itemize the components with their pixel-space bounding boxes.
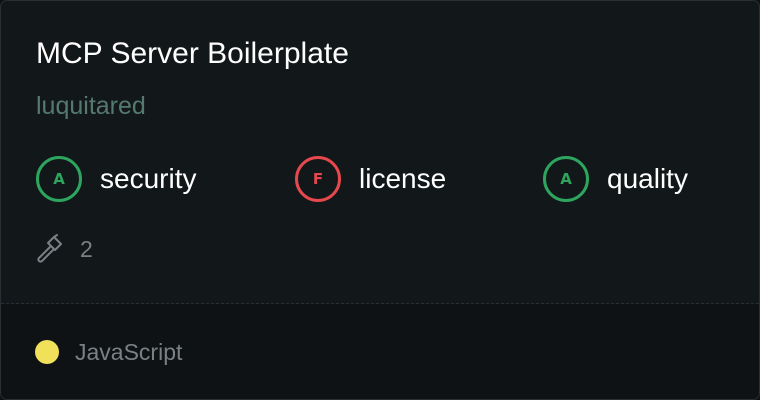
grade-badge: F [295,156,341,202]
score-label: security [100,163,197,194]
score-license[interactable]: F license [295,156,446,202]
card-body: MCP Server Boilerplate luquitared A secu… [1,1,759,303]
server-title[interactable]: MCP Server Boilerplate [36,34,349,74]
server-card[interactable]: MCP Server Boilerplate luquitared A secu… [0,0,760,400]
tools-count: 2 [34,233,93,265]
grade-badge: A [36,156,82,202]
language-name: JavaScript [75,338,183,365]
language-color-dot [35,340,59,364]
grade-badge: A [543,156,589,202]
score-quality[interactable]: A quality [543,156,688,202]
score-label: quality [607,163,688,194]
author-name[interactable]: luquitared [36,89,146,123]
language-tag: JavaScript [35,338,182,366]
score-label: license [359,163,447,194]
score-security[interactable]: A security [36,156,196,202]
hammer-icon [34,234,64,264]
card-footer: JavaScript [1,304,759,399]
tools-count-value: 2 [80,235,93,262]
score-list: A security F license A quality [1,156,759,202]
